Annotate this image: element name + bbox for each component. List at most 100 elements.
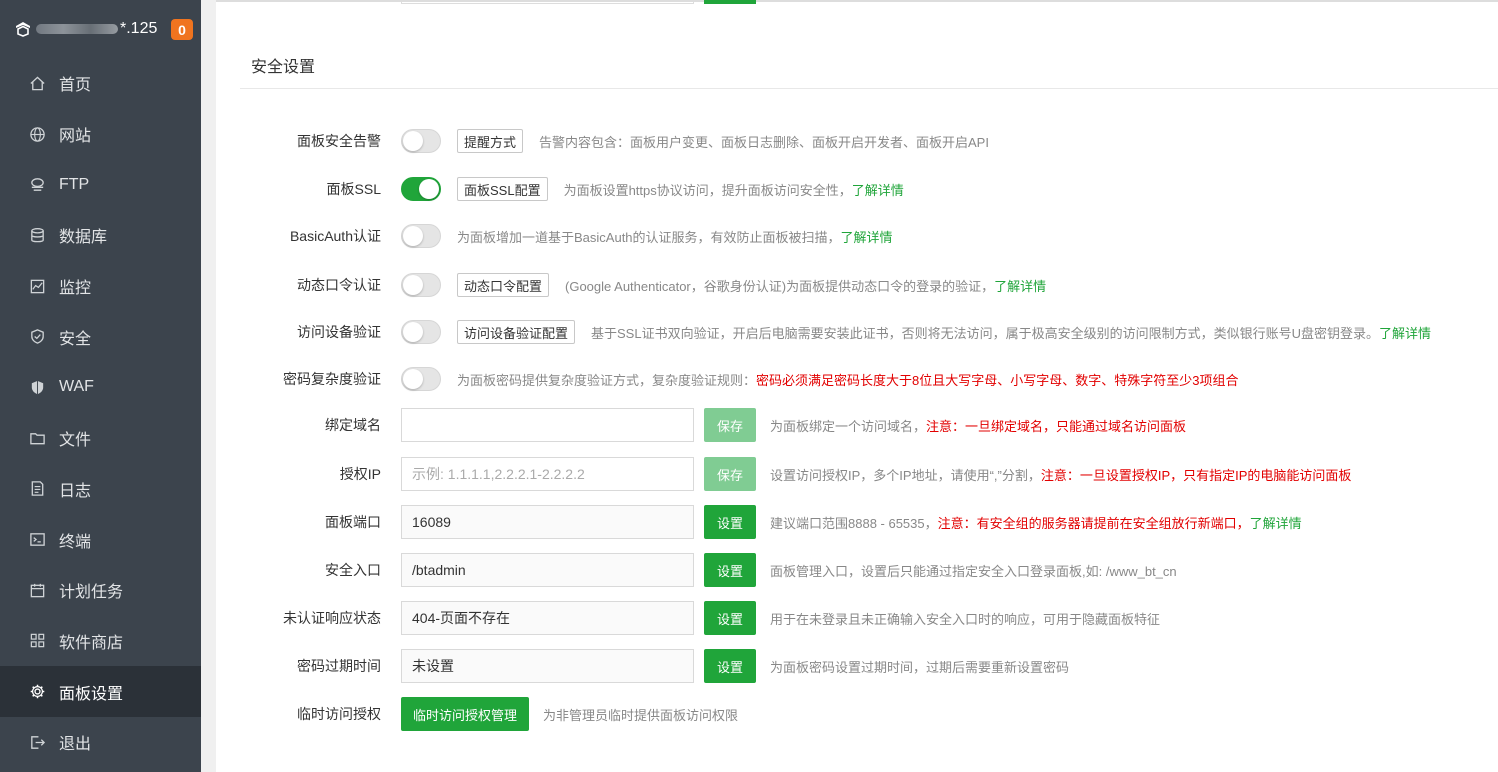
- section-title: 安全设置: [251, 59, 316, 76]
- setting-row-domain: 绑定域名 保存 为面板绑定一个访问域名，注意：一旦绑定域名，只能通过域名访问面板: [216, 408, 1498, 442]
- monitor-icon: [28, 277, 46, 295]
- home-icon: [28, 74, 46, 92]
- desc-text: 基于SSL证书双向验证，开启后电脑需要安装此证书，否则将无法访问，属于极高安全级…: [591, 325, 1379, 341]
- warning-text: 注意：有安全组的服务器请提前在安全组放行新端口，: [937, 515, 1250, 531]
- sidebar-item-security[interactable]: 安全: [0, 311, 201, 362]
- pwd-expire-input[interactable]: 未设置: [401, 649, 694, 683]
- ssl-config-button[interactable]: 面板SSL配置: [457, 177, 548, 201]
- sidebar-item-label: 面板设置: [59, 685, 124, 703]
- learn-more-link[interactable]: 了解详情: [841, 230, 893, 245]
- sidebar-item-logs[interactable]: 日志: [0, 464, 201, 515]
- unauth-status-input[interactable]: 404-页面不存在: [401, 601, 694, 635]
- sidebar-item-label: 监控: [59, 280, 92, 298]
- sidebar-item-label: 退出: [59, 736, 92, 754]
- device-toggle[interactable]: [401, 320, 441, 344]
- desc-text: 建议端口范围8888 - 65535，: [770, 515, 938, 531]
- desc-text: (Google Authenticator，谷歌身份认证)为面板提供动态口令的登…: [565, 278, 995, 294]
- temp-access-manage-button[interactable]: 临时访问授权管理: [401, 697, 530, 731]
- gear-icon: [28, 683, 46, 701]
- sidebar-item-terminal[interactable]: 终端: [0, 514, 201, 565]
- learn-more-link[interactable]: 了解详情: [852, 183, 904, 198]
- pwd-expire-set-button[interactable]: 设置: [704, 649, 756, 683]
- learn-more-link[interactable]: 了解详情: [994, 279, 1046, 294]
- setting-label: 授权IP: [339, 466, 381, 482]
- sidebar-item-cron[interactable]: 计划任务: [0, 565, 201, 616]
- domain-input[interactable]: [401, 408, 694, 442]
- sidebar-item-database[interactable]: 数据库: [0, 210, 201, 261]
- log-icon: [28, 480, 46, 498]
- globe-icon: [28, 125, 46, 143]
- setting-row-device: 访问设备验证 访问设备验证配置 基于SSL证书双向验证，开启后电脑需要安装此证书…: [216, 319, 1498, 345]
- pwd-complexity-toggle[interactable]: [401, 367, 441, 391]
- unauth-status-set-button[interactable]: 设置: [704, 601, 756, 635]
- setting-description: 为面板设置https协议访问，提升面板访问安全性，了解详情: [564, 180, 904, 199]
- input-value: 404-页面不存在: [412, 610, 511, 626]
- port-set-button[interactable]: 设置: [704, 505, 756, 539]
- masked-ip: [36, 24, 118, 34]
- domain-save-button[interactable]: 保存: [704, 408, 756, 442]
- input-value: /btadmin: [412, 562, 466, 578]
- setting-row-pwd-expire: 密码过期时间 未设置 设置 为面板密码设置过期时间，过期后需要重新设置密码: [216, 649, 1498, 683]
- totp-toggle[interactable]: [401, 273, 441, 297]
- terminal-icon: [28, 531, 46, 549]
- setting-description: 告警内容包含：面板用户变更、面板日志删除、面板开启开发者、面板开启API: [539, 134, 989, 150]
- setting-label: 面板安全告警: [297, 133, 381, 149]
- setting-row-alert: 面板安全告警 提醒方式 告警内容包含：面板用户变更、面板日志删除、面板开启开发者…: [216, 128, 1498, 154]
- alert-toggle[interactable]: [401, 129, 441, 153]
- totp-config-button[interactable]: 动态口令配置: [457, 273, 550, 297]
- device-config-button[interactable]: 访问设备验证配置: [457, 320, 576, 344]
- setting-description: (Google Authenticator，谷歌身份认证)为面板提供动态口令的登…: [565, 276, 1046, 295]
- setting-description: 面板管理入口，设置后只能通过指定安全入口登录面板,如: /www_bt_cn: [770, 563, 1177, 579]
- folder-icon: [28, 429, 46, 447]
- entry-input[interactable]: /btadmin: [401, 553, 694, 587]
- desc-text: 为面板绑定一个访问域名，: [770, 418, 927, 434]
- sidebar-item-ftp[interactable]: FTP: [0, 159, 201, 210]
- entry-set-button[interactable]: 设置: [704, 553, 756, 587]
- sidebar-item-label: 数据库: [59, 229, 108, 247]
- setting-row-totp: 动态口令认证 动态口令配置 (Google Authenticator，谷歌身份…: [216, 272, 1498, 298]
- sidebar-item-logout[interactable]: 退出: [0, 717, 201, 768]
- desc-text: 为面板密码提供复杂度验证方式，复杂度验证规则：: [457, 372, 757, 388]
- setting-label: 临时访问授权: [297, 706, 381, 722]
- basicauth-toggle[interactable]: [401, 224, 441, 248]
- previous-input-edge: [401, 0, 694, 4]
- sidebar-item-label: 日志: [59, 482, 92, 500]
- sidebar-item-store[interactable]: 软件商店: [0, 616, 201, 667]
- desc-text: 设置访问授权IP，多个IP地址，请使用“,”分割，: [770, 467, 1041, 483]
- sidebar-item-panel-settings[interactable]: 面板设置: [0, 666, 201, 717]
- calendar-icon: [28, 581, 46, 599]
- auth-ip-save-button[interactable]: 保存: [704, 457, 756, 491]
- waf-shield-icon: [28, 378, 46, 396]
- alert-method-button[interactable]: 提醒方式: [457, 129, 524, 153]
- sidebar-item-label: 安全: [59, 330, 92, 348]
- sidebar-item-website[interactable]: 网站: [0, 109, 201, 160]
- sidebar-item-label: 终端: [59, 533, 92, 551]
- sidebar-item-label: 文件: [59, 432, 92, 450]
- sidebar-item-monitor[interactable]: 监控: [0, 261, 201, 312]
- setting-row-basicauth: BasicAuth认证 为面板增加一道基于BasicAuth的认证服务，有效防止…: [216, 223, 1498, 249]
- sidebar-item-label: 首页: [59, 77, 92, 95]
- setting-description: 用于在未登录且未正确输入安全入口时的响应，可用于隐藏面板特征: [770, 611, 1161, 627]
- port-input[interactable]: 16089: [401, 505, 694, 539]
- setting-label: 未认证响应状态: [283, 610, 381, 626]
- input-placeholder: 示例: 1.1.1.1,2.2.2.1-2.2.2.2: [412, 466, 585, 482]
- sidebar-item-waf[interactable]: WAF: [0, 362, 201, 413]
- learn-more-link[interactable]: 了解详情: [1250, 516, 1302, 531]
- sidebar-item-files[interactable]: 文件: [0, 413, 201, 464]
- database-icon: [28, 226, 46, 244]
- section-divider: [240, 88, 1498, 89]
- auth-ip-input[interactable]: 示例: 1.1.1.1,2.2.2.1-2.2.2.2: [401, 457, 694, 491]
- desc-text: 为面板增加一道基于BasicAuth的认证服务，有效防止面板被扫描，: [457, 229, 841, 245]
- warning-text: 密码必须满足密码长度大于8位且大写字母、小写字母、数字、特殊字符至少3项组合: [756, 372, 1239, 388]
- input-value: 16089: [412, 514, 451, 530]
- setting-label: BasicAuth认证: [289, 228, 381, 244]
- notification-badge[interactable]: 0: [171, 19, 193, 40]
- learn-more-link[interactable]: 了解详情: [1379, 326, 1431, 341]
- ssl-toggle[interactable]: [401, 177, 441, 201]
- setting-description: 为面板绑定一个访问域名，注意：一旦绑定域名，只能通过域名访问面板: [770, 416, 1186, 435]
- setting-row-ssl: 面板SSL 面板SSL配置 为面板设置https协议访问，提升面板访问安全性，了…: [216, 176, 1498, 202]
- logo-icon: [14, 20, 32, 38]
- setting-row-temp-access: 临时访问授权 临时访问授权管理 为非管理员临时提供面板访问权限: [216, 697, 1498, 731]
- setting-row-unauth-status: 未认证响应状态 404-页面不存在 设置 用于在未登录且未正确输入安全入口时的响…: [216, 601, 1498, 635]
- sidebar-item-home[interactable]: 首页: [0, 58, 201, 109]
